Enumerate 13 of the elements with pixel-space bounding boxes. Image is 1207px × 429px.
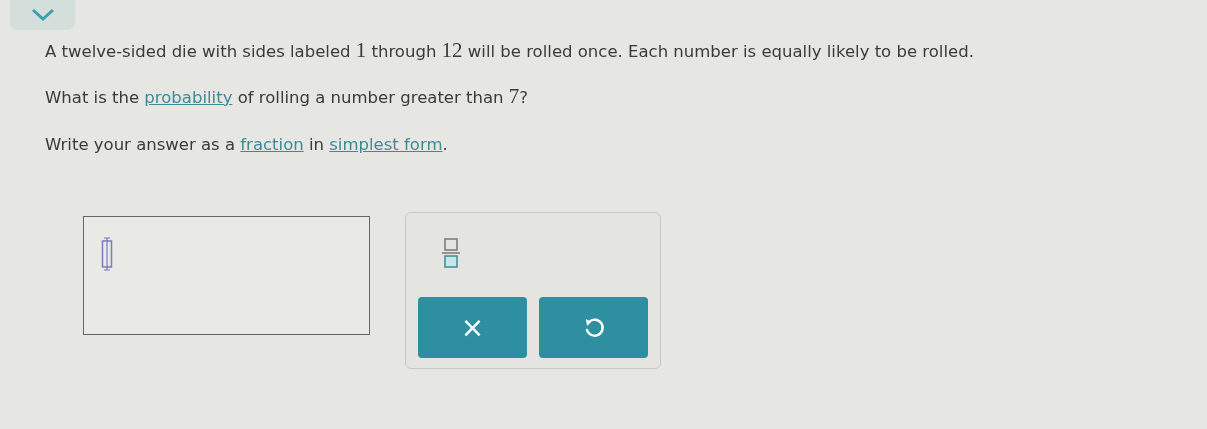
question-text: What is the probability of rolling a number greater than 7? [45, 84, 530, 110]
input-slot-icon [100, 237, 114, 271]
glossary-link[interactable]: probability [144, 88, 233, 107]
chevron-down-icon [30, 8, 55, 22]
glossary-link[interactable]: simplest form [329, 135, 443, 154]
clear-button[interactable]: × [418, 297, 527, 358]
collapse-button[interactable] [10, 0, 75, 30]
answer-field[interactable] [83, 216, 370, 335]
undo-button[interactable] [539, 297, 648, 358]
question-text: Write your answer as a fraction in simplest form. [45, 134, 449, 156]
glossary-link[interactable]: fraction [240, 135, 304, 154]
fraction-icon [442, 237, 460, 269]
question-text: A twelve-sided die with sides labeled 1 through 12 will be rolled once. Each number is equally likely to be rolled. [45, 38, 975, 64]
